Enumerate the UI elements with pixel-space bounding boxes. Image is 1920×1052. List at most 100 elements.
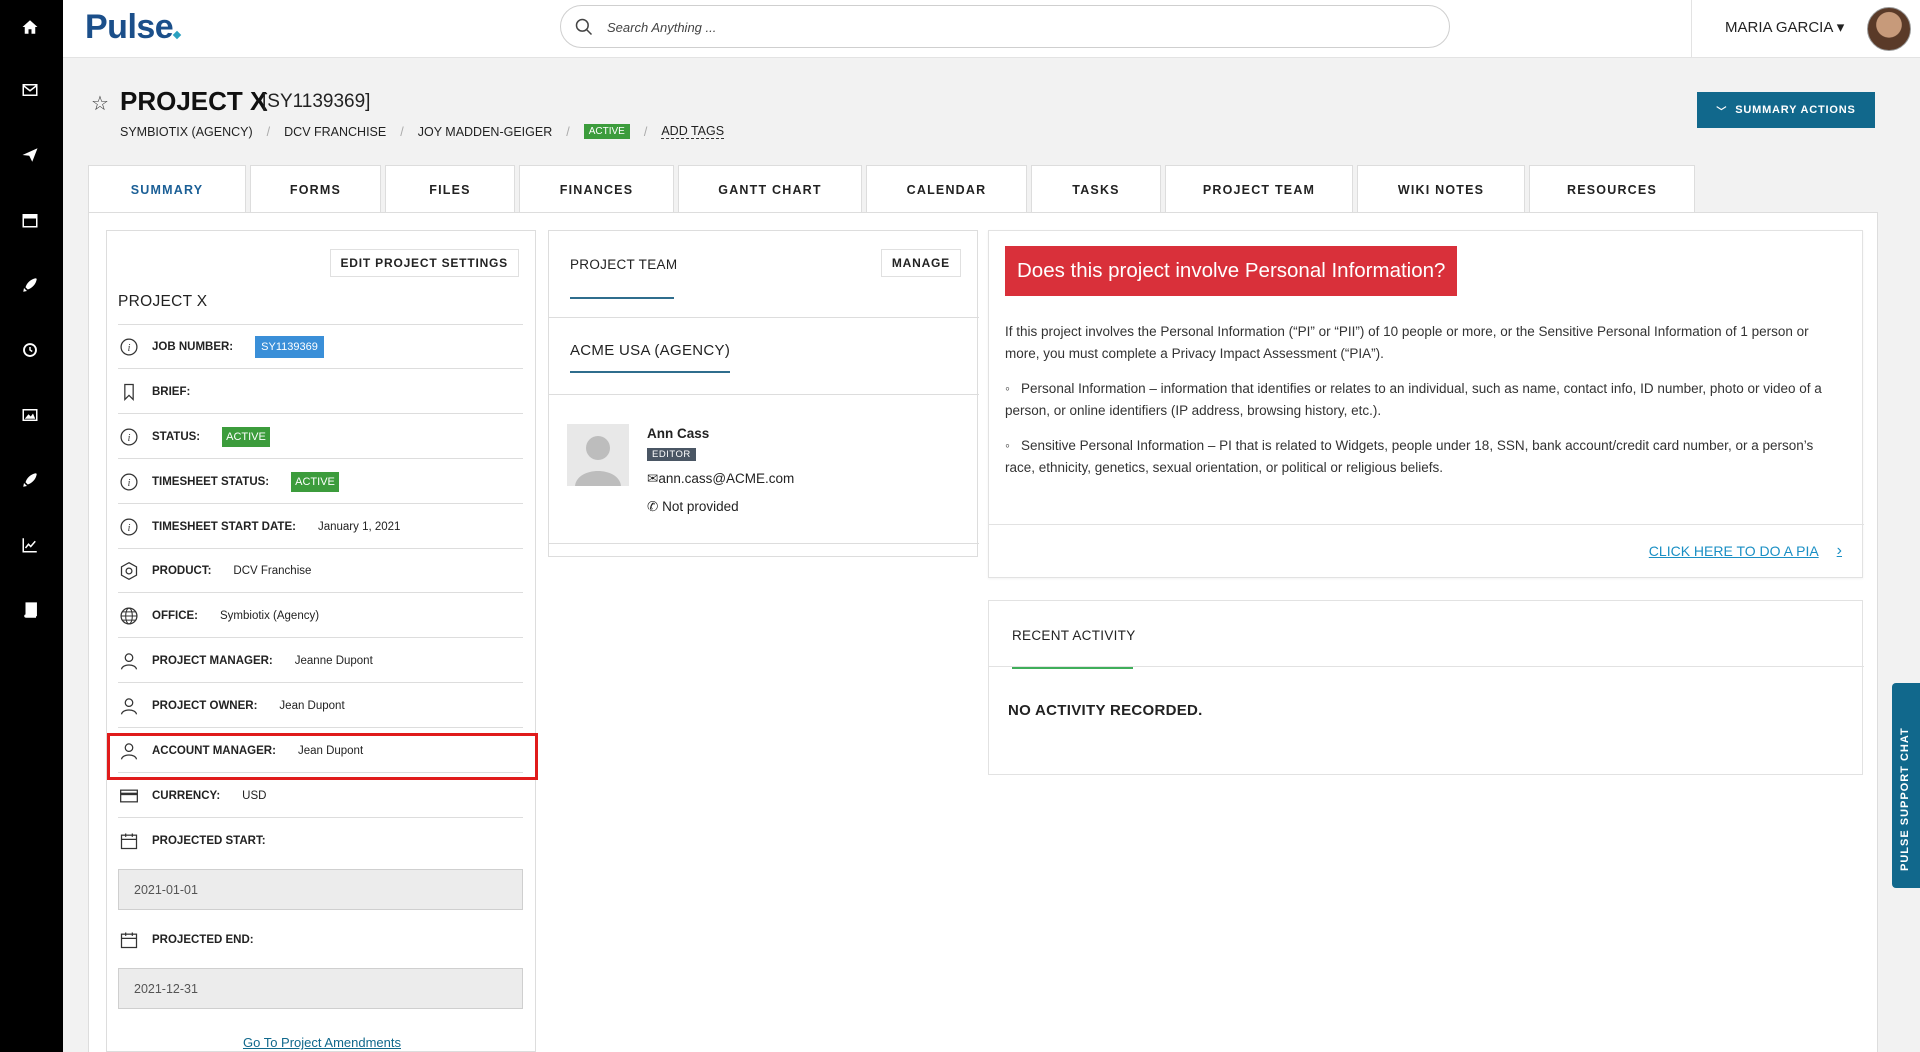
job-number-row: i JOB NUMBER: SY1139369 [118, 325, 523, 369]
mail-icon[interactable] [18, 78, 42, 102]
info-icon: i [118, 516, 140, 538]
pia-link[interactable]: CLICK HERE TO DO A PIA › [1649, 542, 1842, 560]
divider [549, 317, 979, 318]
tab-forms[interactable]: FORMS [250, 165, 381, 213]
office-value: Symbiotix (Agency) [220, 609, 320, 622]
project-manager-value: Jeanne Dupont [294, 654, 373, 667]
divider [1691, 0, 1692, 58]
pii-bullet-personal-text: Personal Information – information that … [1005, 381, 1822, 418]
breadcrumb-agency[interactable]: SYMBIOTIX (AGENCY) [120, 125, 253, 139]
favorite-star-icon[interactable]: ☆ [91, 91, 109, 116]
chevron-down-icon: ﹀ [1716, 106, 1728, 118]
title-underline [570, 297, 674, 299]
pii-bullet-personal: ◦ Personal Information – information tha… [1005, 378, 1845, 422]
clock-icon[interactable] [18, 338, 42, 362]
member-name[interactable]: Ann Cass [647, 426, 709, 441]
support-chat-button[interactable]: PULSE SUPPORT CHAT [1892, 683, 1920, 888]
info-icon: i [118, 336, 140, 358]
chart-icon[interactable] [18, 533, 42, 557]
tab-finances[interactable]: FINANCES [519, 165, 674, 213]
member-role-badge: EDITOR [647, 448, 696, 461]
support-chat-label: PULSE SUPPORT CHAT [1899, 727, 1911, 871]
rocket-icon[interactable] [18, 273, 42, 297]
tab-bar: SUMMARY FORMS FILES FINANCES GANTT CHART… [88, 165, 1699, 213]
project-details-panel: EDIT PROJECT SETTINGS PROJECT X i JOB NU… [106, 230, 538, 1052]
project-team-panel: PROJECT TEAM MANAGE ACME USA (AGENCY) An… [548, 230, 979, 557]
send-icon[interactable] [18, 143, 42, 167]
brief-row: BRIEF: [118, 370, 523, 414]
tab-summary[interactable]: SUMMARY [88, 165, 246, 213]
title-underline [1012, 667, 1133, 669]
rocket-icon[interactable] [18, 468, 42, 492]
credit-card-icon [118, 785, 140, 807]
timesheet-start-label: TIMESHEET START DATE: [152, 520, 296, 533]
status-badge: ACTIVE [583, 124, 630, 139]
divider [549, 543, 979, 544]
tab-wiki-notes[interactable]: WIKI NOTES [1357, 165, 1525, 213]
calendar-icon [118, 929, 140, 951]
mail-icon: ✉ [647, 471, 659, 486]
breadcrumb-person[interactable]: JOY MADDEN-GEIGER [418, 125, 553, 139]
timesheet-status-label: TIMESHEET STATUS: [152, 475, 270, 488]
edit-project-settings-button[interactable]: EDIT PROJECT SETTINGS [329, 249, 519, 277]
project-manager-label: PROJECT MANAGER: [152, 654, 273, 667]
user-menu[interactable]: MARIA GARCIA ▾ [1725, 18, 1844, 36]
tab-tasks[interactable]: TASKS [1031, 165, 1161, 213]
tab-calendar[interactable]: CALENDAR [866, 165, 1027, 213]
tab-gantt-chart[interactable]: GANTT CHART [678, 165, 862, 213]
divider [549, 394, 979, 395]
projected-end-input[interactable]: 2021-12-31 [118, 968, 523, 1009]
add-tags-link[interactable]: ADD TAGS [661, 124, 725, 139]
project-amendments-link[interactable]: Go To Project Amendments [107, 1035, 537, 1050]
member-avatar[interactable] [567, 424, 629, 486]
timesheet-status-badge: ACTIVE [291, 471, 339, 492]
projected-end-row: PROJECTED END: [118, 918, 523, 962]
home-icon[interactable] [18, 15, 42, 39]
member-email[interactable]: ✉ann.cass@ACME.com [647, 471, 794, 487]
projected-start-input[interactable]: 2021-01-01 [118, 869, 523, 910]
tab-resources[interactable]: RESOURCES [1529, 165, 1695, 213]
left-rail [0, 0, 63, 1052]
brief-label: BRIEF: [152, 385, 191, 398]
project-code: [SY1139369] [262, 91, 371, 112]
projected-start-label: PROJECTED START: [152, 835, 266, 847]
pia-link-text: CLICK HERE TO DO A PIA [1648, 543, 1819, 559]
manage-button[interactable]: MANAGE [880, 249, 961, 277]
page-title: PROJECT X [120, 86, 268, 116]
job-number-badge: SY1139369 [255, 335, 324, 358]
projected-end-label: PROJECTED END: [152, 934, 254, 946]
activity-title: RECENT ACTIVITY [1012, 628, 1136, 643]
user-icon [118, 650, 140, 672]
summary-actions-button[interactable]: ﹀ SUMMARY ACTIONS [1697, 92, 1875, 128]
hexagon-icon [118, 560, 140, 582]
office-label: OFFICE: [152, 609, 198, 622]
job-number-label: JOB NUMBER: [152, 340, 234, 353]
breadcrumb: SYMBIOTIX (AGENCY) / DCV FRANCHISE / JOY… [120, 124, 725, 139]
pulse-logo[interactable]: Pulse [85, 8, 182, 47]
projected-start-row: PROJECTED START: [118, 819, 523, 863]
product-value: DCV Franchise [233, 564, 312, 577]
calendar-icon[interactable] [18, 208, 42, 232]
pii-intro: If this project involves the Personal In… [1005, 324, 1809, 361]
status-row: i STATUS: ACTIVE [118, 415, 523, 459]
book-icon[interactable] [18, 598, 42, 622]
currency-label: CURRENCY: [152, 789, 221, 802]
agency-name: ACME USA (AGENCY) [570, 342, 731, 359]
svg-text:i: i [128, 433, 131, 444]
globe-icon [118, 605, 140, 627]
timesheet-status-row: i TIMESHEET STATUS: ACTIVE [118, 460, 523, 504]
currency-value: USD [242, 789, 267, 802]
timesheet-start-row: i TIMESHEET START DATE: January 1, 2021 [118, 505, 523, 549]
search-input[interactable]: Search Anything ... [560, 5, 1450, 48]
image-icon[interactable] [18, 403, 42, 427]
tab-project-team[interactable]: PROJECT TEAM [1165, 165, 1353, 213]
breadcrumb-franchise[interactable]: DCV FRANCHISE [284, 125, 386, 139]
tab-files[interactable]: FILES [385, 165, 515, 213]
member-phone: ✆ Not provided [647, 499, 739, 515]
user-icon [118, 695, 140, 717]
project-owner-value: Jean Dupont [279, 699, 345, 712]
summary-actions-label: SUMMARY ACTIONS [1735, 104, 1856, 116]
avatar[interactable] [1867, 7, 1911, 51]
search-placeholder: Search Anything ... [607, 20, 717, 35]
project-manager-row: PROJECT MANAGER: Jeanne Dupont [118, 639, 523, 683]
